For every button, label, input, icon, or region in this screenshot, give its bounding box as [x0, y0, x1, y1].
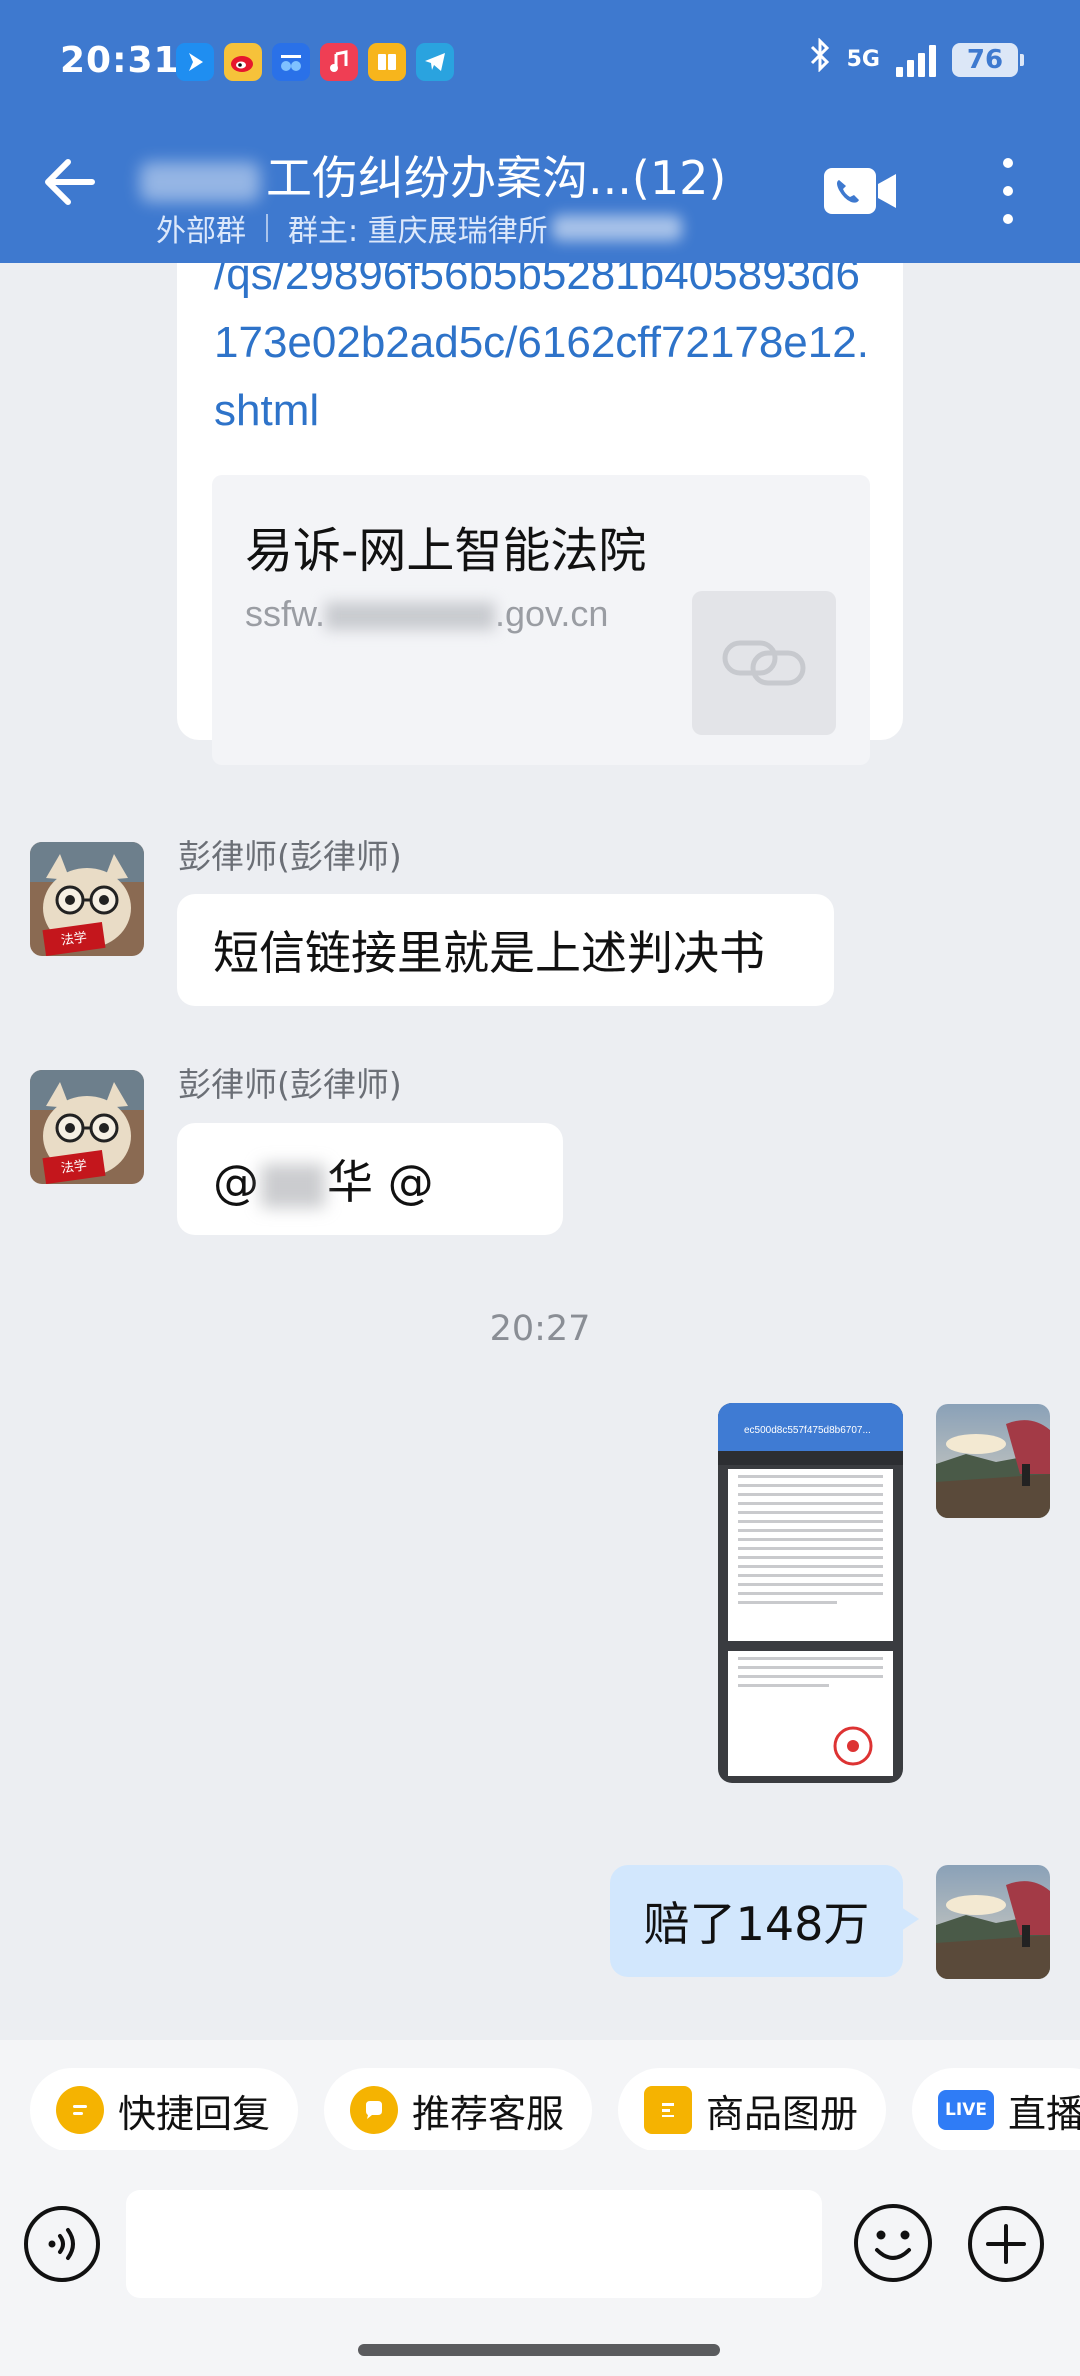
- avatar[interactable]: [936, 1865, 1050, 1979]
- weibo-icon: [224, 43, 262, 81]
- network-type-label: 5G: [846, 46, 880, 72]
- link-card-domain: ssfw. .gov.cn: [245, 593, 608, 635]
- group-owner-label: 群主: 重庆展瑞律所: [288, 214, 548, 249]
- status-time: 20:31: [60, 40, 180, 81]
- emoji-icon[interactable]: [852, 2202, 934, 2284]
- back-arrow-icon[interactable]: [40, 152, 100, 212]
- link-domain-end: .gov.cn: [495, 593, 609, 634]
- chat-header: 20:31 5G 76 工伤纠纷办案沟...(12) 外部群 群主: 重庆展瑞律…: [0, 0, 1080, 263]
- mention-at: @: [213, 1155, 259, 1209]
- chat-messages[interactable]: /qs/29896f56b5b5281b405893d6173e02b2ad5c…: [0, 263, 1080, 2040]
- document-page: [728, 1469, 893, 1641]
- status-indicators: 5G 76: [809, 37, 1024, 81]
- battery-indicator: 76: [952, 42, 1024, 77]
- court-seal-icon: [833, 1726, 873, 1766]
- document-screenshot-header: ec500d8c557f475d8b6707...: [718, 1403, 903, 1451]
- incoming-message-bubble[interactable]: 短信链接里就是上述判决书: [177, 894, 834, 1006]
- quick-reply-chip[interactable]: 快捷回复: [30, 2068, 299, 2152]
- chat-title-text: 工伤纠纷办案沟...(12): [266, 151, 727, 205]
- redacted-title-prefix: [140, 161, 260, 202]
- redacted-mention: [261, 1163, 325, 1208]
- mention-name-visible: 华: [327, 1155, 373, 1209]
- document-title: ec500d8c557f475d8b6707...: [744, 1425, 871, 1436]
- image-message-thumbnail[interactable]: ec500d8c557f475d8b6707...: [718, 1403, 903, 1783]
- chat-subtitle: 外部群 群主: 重庆展瑞律所: [156, 206, 682, 250]
- incoming-message-bubble[interactable]: @ 华 @: [177, 1123, 563, 1235]
- quick-reply-icon: [56, 2086, 104, 2134]
- chip-label: 直播: [1008, 2091, 1080, 2136]
- sender-name: 彭律师(彭律师): [178, 837, 402, 876]
- document-toolbar: [718, 1451, 903, 1465]
- recommend-service-chip[interactable]: 推荐客服: [324, 2068, 593, 2152]
- link-domain-start: ssfw.: [245, 593, 326, 634]
- sender-name: 彭律师(彭律师): [178, 1065, 402, 1104]
- mention-trailing: @: [373, 1155, 434, 1209]
- home-indicator[interactable]: [358, 2344, 720, 2356]
- add-attachment-icon[interactable]: [966, 2204, 1046, 2284]
- music-icon: [320, 43, 358, 81]
- more-options-icon[interactable]: [990, 158, 1026, 224]
- telegram-icon: [416, 43, 454, 81]
- outgoing-message-bubble[interactable]: 赔了148万: [610, 1865, 919, 1977]
- chat-title[interactable]: 工伤纠纷办案沟...(12): [140, 142, 726, 208]
- message-composer: [0, 2150, 1080, 2376]
- link-url-text[interactable]: /qs/29896f56b5b5281b405893d6173e02b2ad5c…: [214, 263, 874, 445]
- link-chain-icon: [692, 591, 836, 735]
- link-message-bubble[interactable]: /qs/29896f56b5b5281b405893d6173e02b2ad5c…: [177, 263, 903, 765]
- live-stream-chip[interactable]: LIVE 直播: [912, 2068, 1080, 2152]
- autohome-icon: [272, 43, 310, 81]
- video-call-icon[interactable]: [822, 166, 898, 218]
- message-text: 赔了148万: [643, 1897, 870, 1951]
- live-icon: LIVE: [938, 2090, 994, 2130]
- message-timestamp: 20:27: [489, 1309, 591, 1349]
- avatar[interactable]: 法学: [30, 842, 144, 956]
- books-icon: [368, 43, 406, 81]
- link-preview-card[interactable]: 易诉-网上智能法院 ssfw. .gov.cn: [212, 475, 870, 765]
- avatar[interactable]: 法学: [30, 1070, 144, 1184]
- bluetooth-icon: [809, 37, 831, 81]
- document-page: [728, 1651, 893, 1776]
- chip-label: 推荐客服: [412, 2091, 565, 2136]
- link-card-title: 易诉-网上智能法院: [245, 523, 647, 579]
- mention-text: @ 华 @: [213, 1146, 434, 1212]
- redacted-domain: [325, 602, 496, 631]
- blue-arrow-app-icon: [176, 43, 214, 81]
- signal-strength-icon: [896, 43, 936, 77]
- catalog-icon: [644, 2086, 692, 2134]
- message-text: 短信链接里就是上述判决书: [213, 926, 765, 980]
- redacted-owner-suffix: [551, 215, 682, 241]
- message-input[interactable]: [126, 2190, 822, 2298]
- chip-label: 快捷回复: [118, 2091, 271, 2136]
- subtitle-divider: [266, 214, 268, 242]
- chat-bubble-icon: [350, 2086, 398, 2134]
- product-catalog-chip[interactable]: 商品图册: [618, 2068, 887, 2152]
- chip-label: 商品图册: [706, 2091, 859, 2136]
- voice-input-icon[interactable]: [22, 2204, 102, 2284]
- avatar[interactable]: [936, 1404, 1050, 1518]
- status-app-icons: [176, 43, 454, 81]
- group-type-label: 外部群: [156, 214, 246, 249]
